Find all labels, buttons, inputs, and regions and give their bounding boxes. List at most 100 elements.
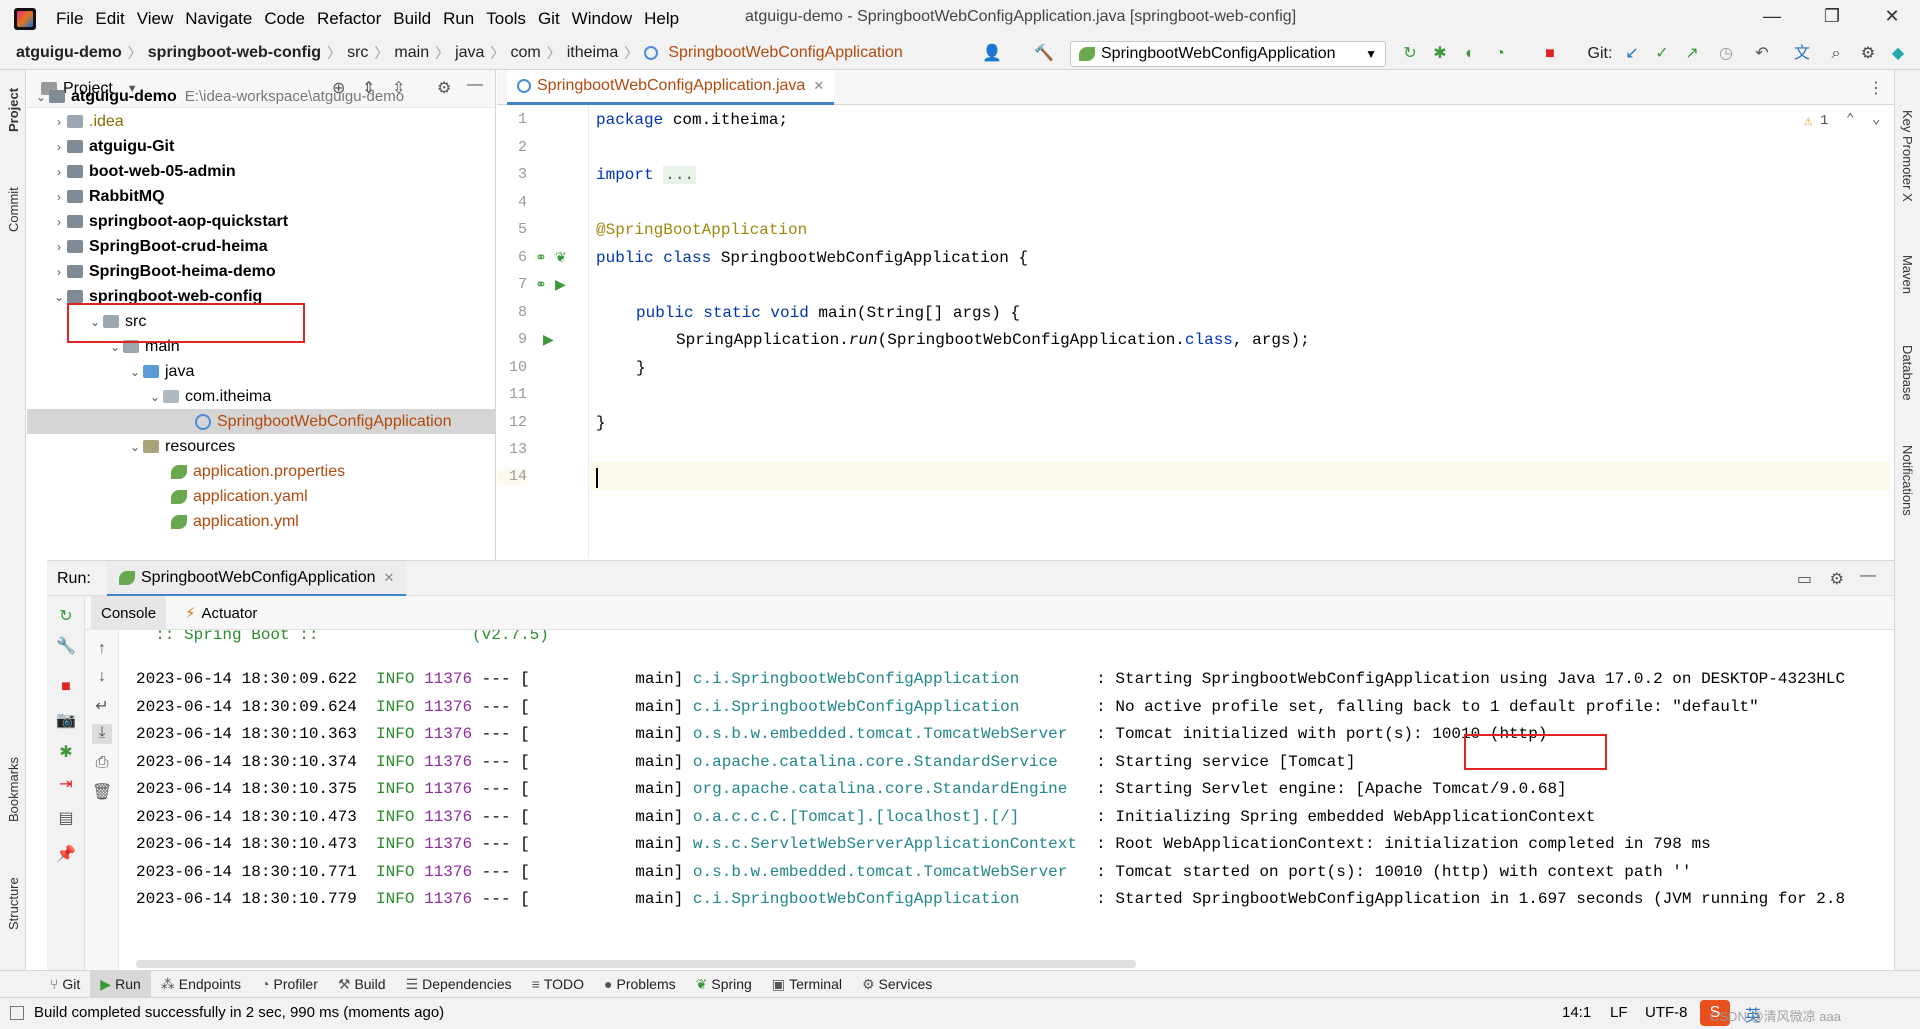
debug-icon[interactable]: ✱ bbox=[1430, 44, 1450, 64]
bean-gutter-icon[interactable]: ⚭ bbox=[535, 276, 547, 293]
breadcrumb-java[interactable]: java bbox=[451, 44, 488, 62]
chevron-up-icon[interactable]: ⌃ bbox=[1846, 111, 1854, 128]
menu-git[interactable]: Git bbox=[532, 9, 566, 29]
history-icon[interactable]: ◷ bbox=[1716, 44, 1736, 64]
breadcrumb-module[interactable]: springboot-web-config bbox=[144, 44, 325, 62]
menu-tools[interactable]: Tools bbox=[480, 9, 532, 29]
breadcrumb-com[interactable]: com bbox=[506, 44, 544, 62]
breadcrumb-class[interactable]: SpringbootWebConfigApplication bbox=[664, 44, 907, 62]
tree-item[interactable]: ⌄ resources bbox=[127, 434, 235, 459]
rerun-icon[interactable]: ↻ bbox=[1400, 44, 1420, 64]
menu-build[interactable]: Build bbox=[387, 9, 437, 29]
run-gutter-icon[interactable]: ▶ bbox=[543, 331, 554, 348]
gear-icon[interactable]: ⚙ bbox=[1830, 569, 1844, 589]
debug-icon[interactable]: ✱ bbox=[56, 742, 76, 762]
tool-notifications[interactable]: Notifications bbox=[1900, 445, 1915, 516]
stop-icon[interactable]: ■ bbox=[1540, 44, 1560, 64]
rerun-icon[interactable]: ↻ bbox=[56, 606, 76, 626]
bottom-tab-problems[interactable]: ● Problems bbox=[594, 971, 686, 998]
bottom-tab-dependencies[interactable]: ☰ Dependencies bbox=[396, 971, 522, 998]
minimize-icon[interactable]: — bbox=[1760, 6, 1784, 30]
close-tab-icon[interactable]: ✕ bbox=[813, 78, 824, 94]
menu-window[interactable]: Window bbox=[566, 9, 638, 29]
git-update-icon[interactable]: ↙ bbox=[1622, 44, 1642, 64]
breadcrumb-src[interactable]: src bbox=[343, 44, 372, 62]
git-push-icon[interactable]: ↗ bbox=[1682, 44, 1702, 64]
layout-icon[interactable]: ▤ bbox=[56, 808, 76, 828]
wrench-icon[interactable]: 🔧 bbox=[56, 636, 76, 656]
gear-icon[interactable]: ⚙ bbox=[437, 78, 451, 98]
tree-item[interactable]: ⌄ java bbox=[127, 359, 194, 384]
plugin-icon[interactable]: ◆ bbox=[1888, 44, 1908, 64]
cursor-position[interactable]: 14:1 bbox=[1562, 1004, 1591, 1021]
chevron-down-icon[interactable]: ⌄ bbox=[1872, 111, 1880, 128]
bottom-tab-services[interactable]: ⚙ Services bbox=[852, 971, 942, 998]
hide-panel-icon[interactable]: — bbox=[1860, 567, 1876, 585]
profile-icon[interactable]: ◔ bbox=[1490, 44, 1510, 64]
menu-help[interactable]: Help bbox=[638, 9, 685, 29]
soft-wrap-icon[interactable]: ↵ bbox=[92, 696, 112, 716]
run-gutter-icon[interactable]: ▶ bbox=[555, 276, 566, 293]
exit-icon[interactable]: ⇥ bbox=[56, 774, 76, 794]
camera-icon[interactable]: 📷 bbox=[56, 710, 76, 730]
bottom-tab-terminal[interactable]: ▣ Terminal bbox=[762, 971, 852, 998]
bottom-tab-todo[interactable]: ≡ TODO bbox=[522, 971, 594, 998]
arrow-up-icon[interactable]: ↑ bbox=[92, 640, 112, 660]
print-icon[interactable]: ⎙ bbox=[92, 754, 112, 774]
user-icon[interactable]: 👤 bbox=[982, 44, 1002, 64]
menu-run[interactable]: Run bbox=[437, 9, 480, 29]
tree-item[interactable]: › atguigu-Git bbox=[51, 134, 174, 159]
breadcrumb-project[interactable]: atguigu-demo bbox=[12, 44, 126, 62]
code-editor[interactable]: package com.itheima; import ... @SpringB… bbox=[590, 105, 1894, 558]
status-toggle-icon[interactable] bbox=[10, 1006, 24, 1020]
tool-project[interactable]: Project bbox=[6, 88, 21, 132]
menu-edit[interactable]: Edit bbox=[89, 9, 130, 29]
layout-icon[interactable]: ▭ bbox=[1797, 569, 1812, 589]
close-icon[interactable]: ✕ bbox=[1880, 6, 1904, 30]
line-separator[interactable]: LF bbox=[1610, 1004, 1628, 1021]
menu-file[interactable]: File bbox=[50, 9, 89, 29]
run-configuration-select[interactable]: SpringbootWebConfigApplication ▼ bbox=[1070, 41, 1386, 67]
bottom-tab-git[interactable]: ⑂ Git bbox=[40, 971, 90, 998]
tool-commit[interactable]: Commit bbox=[6, 187, 21, 232]
menu-view[interactable]: View bbox=[131, 9, 180, 29]
arrow-down-icon[interactable]: ↓ bbox=[92, 668, 112, 688]
warning-icon[interactable]: ⚠ bbox=[1804, 113, 1812, 130]
maximize-icon[interactable]: ❐ bbox=[1820, 6, 1844, 30]
coverage-icon[interactable]: ◐ bbox=[1460, 44, 1480, 64]
pin-icon[interactable]: 📌 bbox=[56, 844, 76, 864]
tool-structure[interactable]: Structure bbox=[6, 877, 21, 930]
breadcrumb-itheima[interactable]: itheima bbox=[563, 44, 623, 62]
tree-item[interactable]: ⌄ com.itheima bbox=[147, 384, 271, 409]
tree-item[interactable]: › SpringBoot-crud-heima bbox=[51, 234, 268, 259]
tool-bookmarks[interactable]: Bookmarks bbox=[6, 757, 21, 822]
scroll-to-end-icon[interactable]: ⤓ bbox=[92, 724, 112, 744]
console-output[interactable]: :: Spring Boot :: (v2.7.5) 2023-06-14 18… bbox=[120, 630, 1894, 970]
tab-actuator[interactable]: ⚡ Actuator bbox=[175, 596, 267, 630]
file-encoding[interactable]: UTF-8 bbox=[1645, 1004, 1688, 1021]
stop-icon[interactable]: ■ bbox=[56, 678, 76, 698]
spring-gutter-icon[interactable]: ❦ bbox=[555, 249, 567, 266]
trash-icon[interactable]: 🗑 bbox=[92, 782, 112, 802]
bottom-tab-profiler[interactable]: ◔ Profiler bbox=[251, 971, 328, 998]
bean-gutter-icon[interactable]: ⚭ bbox=[535, 249, 547, 266]
close-tab-icon[interactable]: ✕ bbox=[384, 570, 395, 586]
settings-gear-icon[interactable]: ⚙ bbox=[1858, 44, 1878, 64]
tree-root[interactable]: ⌄ atguigu-demo E:\idea-workspace\atguigu… bbox=[33, 84, 404, 109]
tree-item[interactable]: › RabbitMQ bbox=[51, 184, 165, 209]
run-tab[interactable]: SpringbootWebConfigApplication ✕ bbox=[107, 561, 407, 597]
hide-panel-icon[interactable]: — bbox=[467, 76, 483, 94]
tree-item[interactable]: › SpringBoot-heima-demo bbox=[51, 259, 276, 284]
translate-icon[interactable]: 文 bbox=[1792, 44, 1812, 64]
menu-refactor[interactable]: Refactor bbox=[311, 9, 387, 29]
breadcrumb-main[interactable]: main bbox=[390, 44, 433, 62]
tool-database[interactable]: Database bbox=[1900, 345, 1915, 401]
tree-item[interactable]: application.yaml bbox=[171, 484, 308, 509]
tree-item[interactable]: › boot-web-05-admin bbox=[51, 159, 236, 184]
status-message[interactable]: Build completed successfully in 2 sec, 9… bbox=[34, 1004, 444, 1021]
tool-maven[interactable]: Maven bbox=[1900, 255, 1915, 294]
tab-console[interactable]: Console bbox=[91, 596, 167, 630]
tool-key-promoter[interactable]: Key Promoter X bbox=[1900, 110, 1915, 202]
bottom-tab-build[interactable]: ⚒ Build bbox=[328, 971, 396, 998]
editor-tab[interactable]: SpringbootWebConfigApplication.java ✕ bbox=[507, 70, 835, 105]
